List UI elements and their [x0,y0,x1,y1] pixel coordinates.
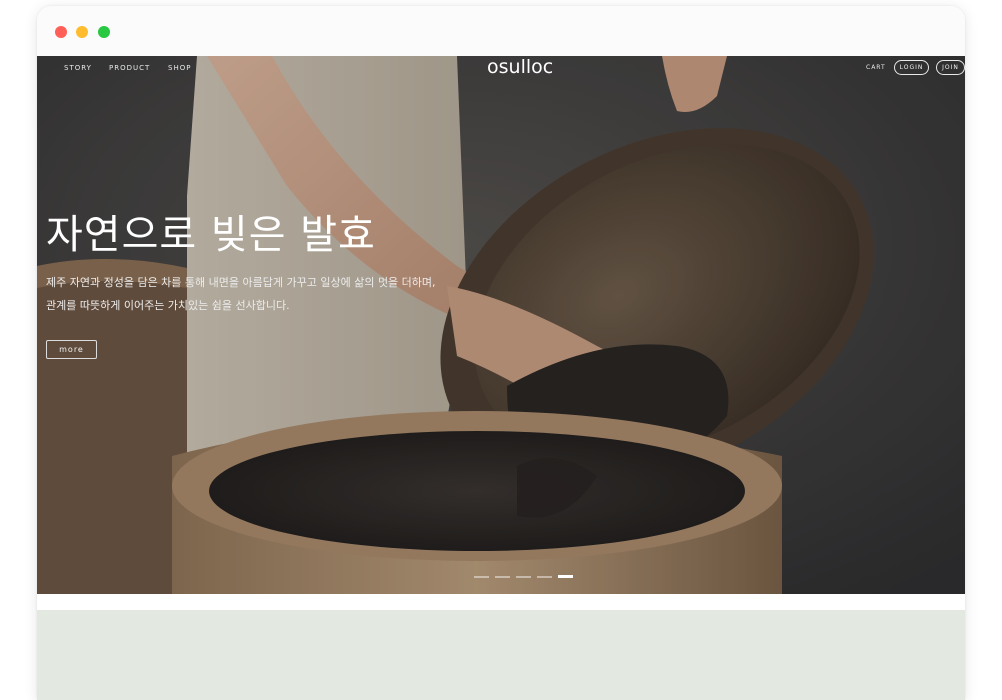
hero-banner: STORY PRODUCT SHOP osulloc CART LOGIN JO… [37,56,965,594]
close-window-button[interactable] [55,26,67,38]
hero-photo [37,56,965,594]
hero-headline: 자연으로 빚은 발효 [46,212,376,258]
browser-window: STORY PRODUCT SHOP osulloc CART LOGIN JO… [37,6,965,700]
login-button[interactable]: LOGIN [894,60,929,75]
cart-link[interactable]: CART [866,64,886,71]
slide-indicator-1[interactable] [474,576,489,578]
minimize-window-button[interactable] [76,26,88,38]
next-section [37,610,965,700]
window-titlebar [37,6,965,56]
site-nav: STORY PRODUCT SHOP osulloc CART LOGIN JO… [37,56,965,82]
slide-indicator-3[interactable] [516,576,531,578]
brand-logo[interactable]: osulloc [487,56,562,78]
slide-indicator-4[interactable] [537,576,552,578]
slide-indicator-5-active[interactable] [558,575,573,578]
slide-indicator-2[interactable] [495,576,510,578]
section-divider [37,594,965,610]
join-button[interactable]: JOIN [936,60,965,75]
nav-product-link[interactable]: PRODUCT [109,64,150,72]
more-button[interactable]: more [46,340,97,359]
hero-description-line-1: 제주 자연과 정성을 담은 차를 통해 내면을 아름답게 가꾸고 일상에 삶의 … [46,276,436,289]
hero-description-line-2: 관계를 따뜻하게 이어주는 가치있는 쉼을 선사합니다. [46,299,290,312]
maximize-window-button[interactable] [98,26,110,38]
nav-story-link[interactable]: STORY [64,64,92,72]
nav-shop-link[interactable]: SHOP [168,64,191,72]
